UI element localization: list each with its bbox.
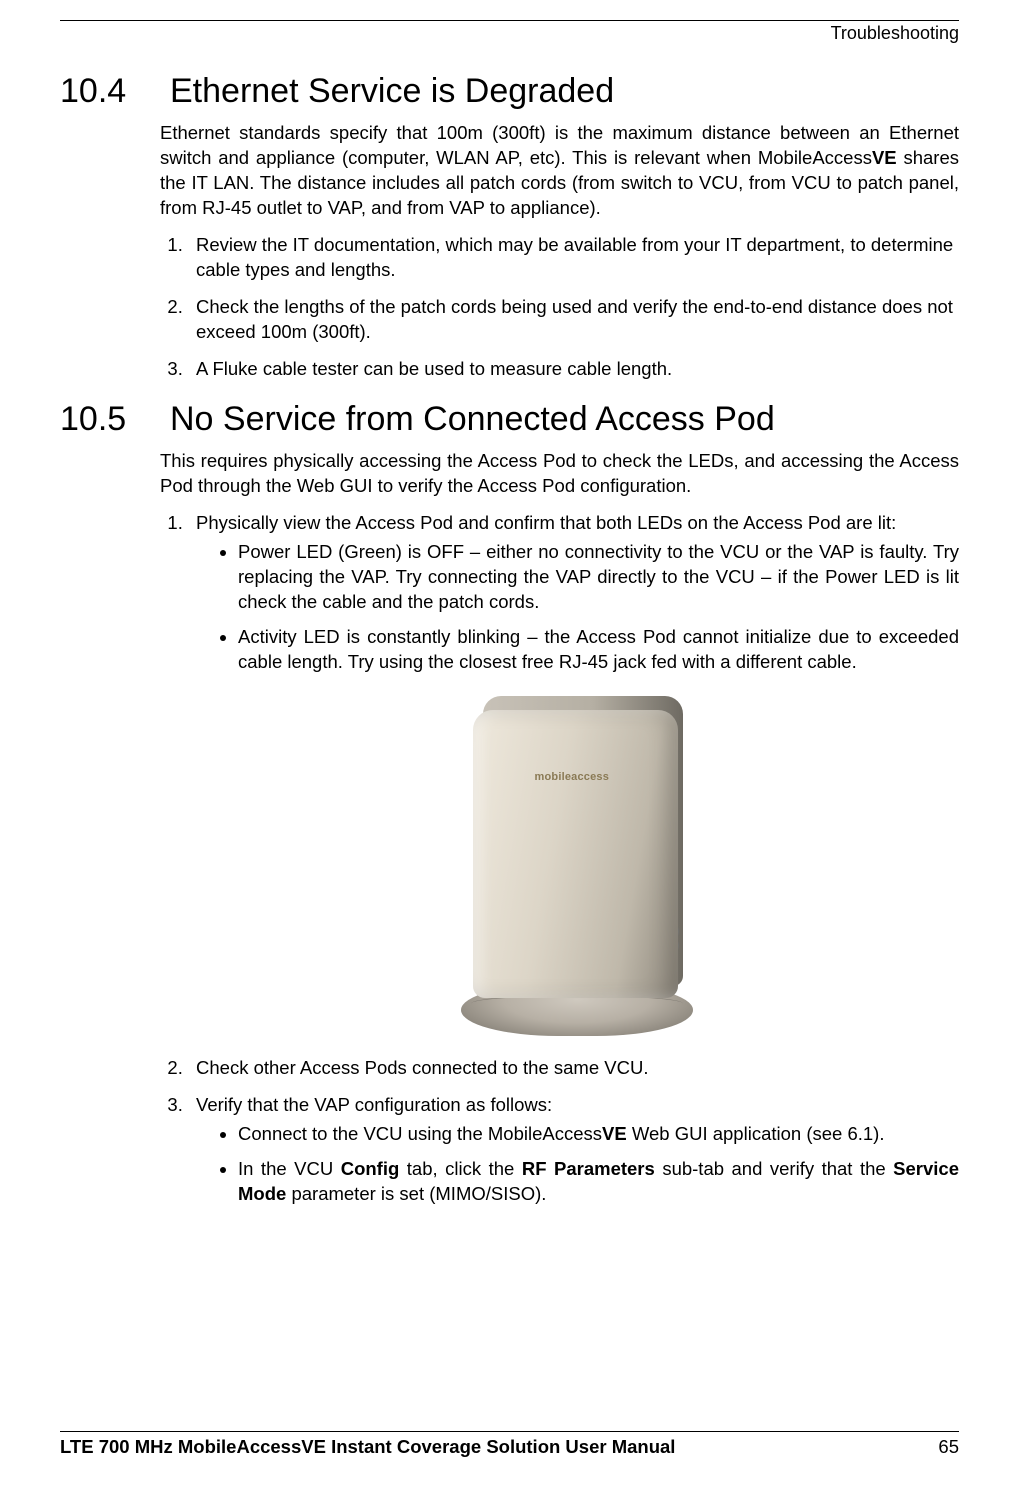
- text: Verify that the VAP configuration as fol…: [196, 1094, 552, 1115]
- section-title: No Service from Connected Access Pod: [170, 400, 775, 439]
- text: Ethernet standards specify that 100m (30…: [160, 122, 959, 168]
- header-category: Troubleshooting: [60, 23, 959, 44]
- device-front-panel: mobileaccess: [473, 710, 678, 998]
- intro-paragraph: Ethernet standards specify that 100m (30…: [160, 121, 959, 221]
- section-heading-10-5: 10.5 No Service from Connected Access Po…: [60, 400, 959, 439]
- text: parameter is set (MIMO/SISO).: [286, 1183, 546, 1204]
- text: tab, click the: [399, 1158, 522, 1179]
- text-bold: VE: [602, 1123, 627, 1144]
- text: In the VCU: [238, 1158, 341, 1179]
- list-item: Physically view the Access Pod and confi…: [188, 511, 959, 1039]
- document-page: Troubleshooting 10.4 Ethernet Service is…: [0, 0, 1019, 1494]
- access-pod-device-icon: mobileaccess: [443, 688, 713, 1038]
- text-bold: VE: [872, 147, 897, 168]
- section-heading-10-4: 10.4 Ethernet Service is Degraded: [60, 72, 959, 111]
- list-item: Check the lengths of the patch cords bei…: [188, 295, 959, 345]
- section-body-10-5: This requires physically accessing the A…: [160, 449, 959, 1208]
- bullet-list: Power LED (Green) is OFF – either no con…: [196, 540, 959, 675]
- bullet-item: In the VCU Config tab, click the RF Para…: [238, 1157, 959, 1207]
- text: Physically view the Access Pod and confi…: [196, 512, 896, 533]
- section-number: 10.5: [60, 400, 140, 439]
- list-item: Check other Access Pods connected to the…: [188, 1056, 959, 1081]
- text: Connect to the VCU using the MobileAcces…: [238, 1123, 602, 1144]
- ordered-list: Physically view the Access Pod and confi…: [160, 511, 959, 1208]
- list-item: Verify that the VAP configuration as fol…: [188, 1093, 959, 1207]
- intro-paragraph: This requires physically accessing the A…: [160, 449, 959, 499]
- bullet-item: Activity LED is constantly blinking – th…: [238, 625, 959, 675]
- bullet-item: Power LED (Green) is OFF – either no con…: [238, 540, 959, 615]
- list-item: A Fluke cable tester can be used to meas…: [188, 357, 959, 382]
- footer-rule: [60, 1431, 959, 1432]
- page-number: 65: [938, 1436, 959, 1458]
- footer-title: LTE 700 MHz MobileAccessVE Instant Cover…: [60, 1436, 675, 1458]
- list-item: Review the IT documentation, which may b…: [188, 233, 959, 283]
- page-footer: LTE 700 MHz MobileAccessVE Instant Cover…: [60, 1431, 959, 1458]
- ordered-list: Review the IT documentation, which may b…: [160, 233, 959, 382]
- footer-row: LTE 700 MHz MobileAccessVE Instant Cover…: [60, 1436, 959, 1458]
- section-body-10-4: Ethernet standards specify that 100m (30…: [160, 121, 959, 382]
- text: sub-tab and verify that the: [655, 1158, 893, 1179]
- device-figure: mobileaccess: [196, 688, 959, 1038]
- text: Web GUI application (see 6.1).: [627, 1123, 885, 1144]
- bullet-list: Connect to the VCU using the MobileAcces…: [196, 1122, 959, 1207]
- text-bold: RF Parameters: [522, 1158, 655, 1179]
- text-bold: Config: [341, 1158, 400, 1179]
- header-rule: [60, 20, 959, 21]
- bullet-item: Connect to the VCU using the MobileAcces…: [238, 1122, 959, 1147]
- section-number: 10.4: [60, 72, 140, 111]
- device-logo: mobileaccess: [535, 770, 610, 785]
- section-title: Ethernet Service is Degraded: [170, 72, 614, 111]
